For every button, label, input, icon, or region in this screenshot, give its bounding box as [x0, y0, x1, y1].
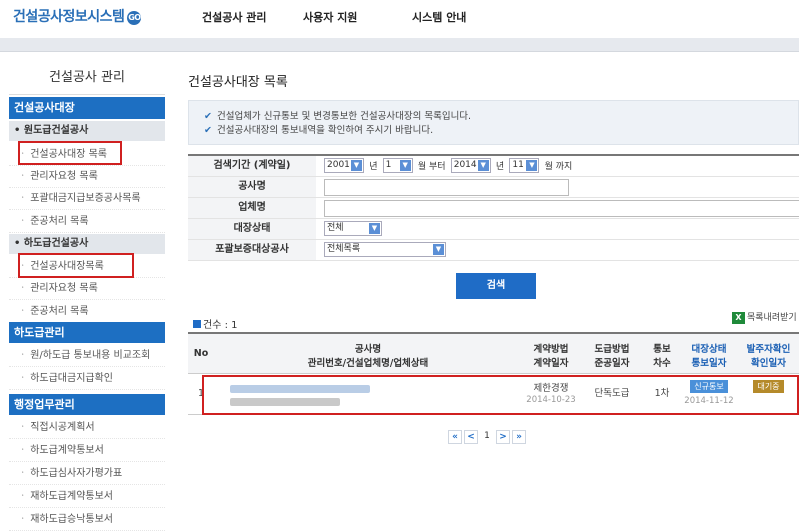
project-name-input[interactable] — [324, 179, 569, 196]
status-label: 대장상태 — [188, 219, 316, 239]
form-row-company: 업체명 — [188, 198, 799, 219]
chevron-down-icon: ▼ — [399, 160, 411, 171]
sidebar-item-direct-construction-plan[interactable]: ㆍ 직접시공계획서 — [9, 417, 165, 439]
col-header-notify: 통보 차수 — [644, 334, 680, 374]
guarantee-label: 포괄보증대상공사 — [188, 240, 316, 260]
form-row-project: 공사명 — [188, 177, 799, 198]
next-page-button[interactable]: > — [496, 430, 510, 444]
page-number[interactable]: 1 — [480, 430, 494, 444]
header-divider-band — [0, 38, 799, 52]
sidebar-item-re-subcontract-approval[interactable]: ㆍ 재하도급승낙통보서 — [9, 509, 165, 531]
chevron-down-icon: ▼ — [351, 160, 362, 171]
form-row-guarantee: 포괄보증대상공사 전체목록 ▼ — [188, 240, 799, 261]
sidebar-item-payment-confirm[interactable]: ㆍ 하도급대금지급확인 — [9, 368, 165, 390]
sidebar-group-prime-contract[interactable]: • 원도급건설공사 — [9, 121, 165, 141]
result-count: 건수 : 1 — [193, 316, 238, 331]
pagination: «<1 >» — [448, 430, 528, 444]
year-unit-label: 년 — [495, 162, 505, 172]
sidebar-item-sub-admin-request-list[interactable]: ㆍ 관리자요청 목록 — [9, 278, 165, 300]
sidebar: 건설공사 관리 건설공사대장 • 원도급건설공사 ㆍ 건설공사대장 목록 ㆍ 관리자… — [9, 60, 165, 531]
end-month-select[interactable]: 11 ▼ — [509, 158, 540, 173]
start-year-select[interactable]: 2001 ▼ — [324, 158, 364, 173]
go-circle-icon: GO — [127, 11, 142, 25]
month-to-label: 월 까지 — [544, 162, 573, 172]
col-header-contract: 계약방법 계약일자 — [522, 334, 580, 374]
project-name-label: 공사명 — [188, 177, 316, 197]
chevron-down-icon: ▼ — [369, 223, 380, 234]
sidebar-item-completion-list[interactable]: ㆍ 준공처리 목록 — [9, 211, 165, 233]
chevron-down-icon: ▼ — [526, 160, 538, 171]
notice-line: ✔ 건설공사대장의 통보내역을 확인하여 주시기 바랍니다. — [204, 125, 434, 136]
status-select[interactable]: 전체 ▼ — [324, 221, 382, 236]
chevron-down-icon: ▼ — [477, 160, 489, 171]
logo-text: 건설공사정보시스템 — [13, 9, 125, 25]
download-list-button[interactable]: X 목록내려받기 — [732, 310, 797, 324]
check-icon: ✔ — [204, 125, 212, 136]
sidebar-item-notice-compare[interactable]: ㆍ 원/하도급 통보내용 비교조회 — [9, 345, 165, 367]
col-header-subcontract: 도급방법 준공일자 — [580, 334, 644, 374]
sidebar-item-re-subcontract-notice[interactable]: ㆍ 재하도급계약통보서 — [9, 486, 165, 508]
results-table: No 공사명 관리번호/건설업체명/업체상태 계약방법 계약일자 도급방법 준공… — [188, 332, 799, 415]
form-row-status: 대장상태 전체 ▼ — [188, 219, 799, 240]
sidebar-item-guarantee-project-list[interactable]: ㆍ 포괄대금지급보증공사목록 — [9, 188, 165, 210]
sidebar-section-admin-work[interactable]: 행정업무관리 — [9, 394, 165, 415]
site-logo[interactable]: 건설공사정보시스템 GO — [13, 6, 142, 26]
sidebar-item-admin-request-list[interactable]: ㆍ 관리자요청 목록 — [9, 166, 165, 188]
sidebar-item-sub-completion-list[interactable]: ㆍ 준공처리 목록 — [9, 301, 165, 323]
nav-user-support[interactable]: 사용자 지원 — [303, 9, 357, 25]
col-header-project: 공사명 관리번호/건설업체명/업체상태 — [214, 334, 522, 374]
prev-page-button[interactable]: < — [464, 430, 478, 444]
highlight-box — [202, 375, 799, 415]
first-page-button[interactable]: « — [448, 430, 462, 444]
search-form: 검색기간 (계약일) 2001 ▼ 년 1 ▼ 월 부터 2014 ▼ 년 11 ▼ 월… — [188, 154, 799, 261]
nav-system-info[interactable]: 시스템 안내 — [412, 9, 466, 25]
last-page-button[interactable]: » — [512, 430, 526, 444]
notice-line: ✔ 건설업체가 신규통보 및 변경통보한 건설공사대장의 목록입니다. — [204, 111, 472, 122]
highlight-box — [18, 141, 122, 165]
start-month-select[interactable]: 1 ▼ — [382, 158, 413, 173]
sidebar-section-subcontract-management[interactable]: 하도급관리 — [9, 322, 165, 343]
guarantee-select[interactable]: 전체목록 ▼ — [324, 242, 446, 257]
sidebar-item-self-evaluation[interactable]: ㆍ 하도급심사자가평가표 — [9, 463, 165, 485]
company-name-label: 업체명 — [188, 198, 316, 218]
excel-icon: X — [732, 311, 745, 324]
sidebar-title: 건설공사 관리 — [9, 60, 165, 95]
sidebar-section-construction-ledger[interactable]: 건설공사대장 — [9, 97, 165, 119]
sidebar-group-subcontract[interactable]: • 하도급건설공사 — [9, 234, 165, 254]
col-header-confirm: 발주자확인 확인일자 — [738, 334, 799, 374]
top-bar: 건설공사정보시스템 GO 건설공사 관리 사용자 지원 시스템 안내 — [0, 0, 799, 34]
page-title: 건설공사대장 목록 — [188, 75, 288, 90]
month-from-label: 월 부터 — [417, 162, 446, 172]
company-name-input[interactable] — [324, 200, 799, 217]
year-unit-label: 년 — [369, 162, 378, 172]
col-header-no: No — [188, 334, 214, 374]
end-year-select[interactable]: 2014 ▼ — [450, 158, 491, 173]
highlight-box — [18, 253, 134, 278]
chevron-down-icon: ▼ — [433, 244, 444, 255]
period-controls: 2001 ▼ 년 1 ▼ 월 부터 2014 ▼ 년 11 ▼ 월 까지 — [324, 158, 574, 175]
search-button[interactable]: 검색 — [456, 273, 536, 299]
col-header-status: 대장상태 통보일자 — [680, 334, 738, 374]
nav-construction-management[interactable]: 건설공사 관리 — [202, 9, 267, 25]
square-bullet-icon — [193, 320, 201, 328]
notice-box: ✔ 건설업체가 신규통보 및 변경통보한 건설공사대장의 목록입니다. ✔ 건설공사… — [188, 100, 799, 145]
sidebar-item-subcontract-notice[interactable]: ㆍ 하도급계약통보서 — [9, 440, 165, 462]
period-label: 검색기간 (계약일) — [188, 156, 316, 176]
check-icon: ✔ — [204, 111, 212, 122]
form-row-period: 검색기간 (계약일) 2001 ▼ 년 1 ▼ 월 부터 2014 ▼ 년 11 ▼ 월… — [188, 156, 799, 177]
